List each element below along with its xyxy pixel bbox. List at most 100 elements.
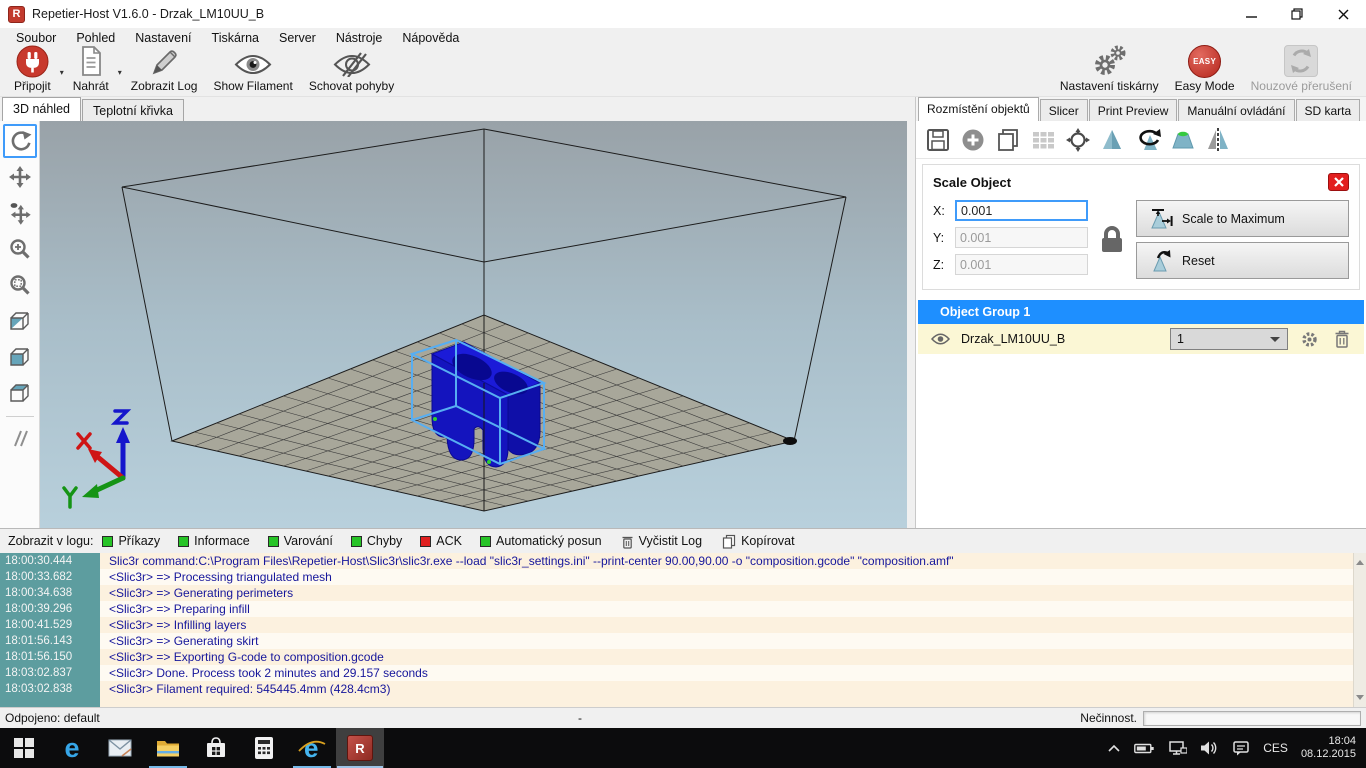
easy-mode-button[interactable]: EASY Easy Mode <box>1167 48 1243 96</box>
isometric-view-button[interactable] <box>3 304 37 338</box>
add-object-button[interactable] <box>959 126 987 154</box>
parallel-lines-icon <box>8 426 32 450</box>
tray-battery-icon[interactable] <box>1127 742 1162 754</box>
copy-object-button[interactable] <box>994 126 1022 154</box>
3d-scene-canvas[interactable] <box>40 121 907 528</box>
toggle-ack[interactable]: ACK <box>411 532 471 550</box>
log-row: 18:00:41.529<Slic3r> => Infilling layers <box>0 617 1366 633</box>
clear-log-button[interactable]: Vyčistit Log <box>611 532 712 551</box>
tray-clock[interactable]: 18:04 08.12.2015 <box>1295 735 1366 761</box>
taskbar-repetier-icon[interactable]: R <box>336 728 384 768</box>
lock-aspect-button[interactable] <box>1088 224 1136 256</box>
scale-x-input[interactable] <box>955 200 1088 221</box>
center-object-button[interactable] <box>1064 126 1092 154</box>
toggle-prikazy[interactable]: Příkazy <box>93 532 169 550</box>
front-view-button[interactable] <box>3 340 37 374</box>
close-scale-panel-button[interactable] <box>1328 173 1349 191</box>
toggle-autoscroll[interactable]: Automatický posun <box>471 532 611 550</box>
menu-pohled[interactable]: Pohled <box>66 31 125 45</box>
rotate-view-button[interactable] <box>3 124 37 158</box>
scale-z-input[interactable] <box>955 254 1088 275</box>
menu-tiskarna[interactable]: Tiskárna <box>202 31 269 45</box>
mirror-object-button[interactable] <box>1204 126 1232 154</box>
toggle-informace[interactable]: Informace <box>169 532 259 550</box>
panel-empty-area <box>916 354 1366 528</box>
minimize-button[interactable] <box>1228 0 1274 28</box>
tab-print-preview[interactable]: Print Preview <box>1089 99 1178 121</box>
toggle-varovani[interactable]: Varování <box>259 532 342 550</box>
tab-teplotni-krivka[interactable]: Teplotní křivka <box>82 99 184 121</box>
object-settings-gear-icon[interactable] <box>1297 330 1321 349</box>
tray-network-icon[interactable] <box>1162 741 1194 755</box>
toggle-chyby[interactable]: Chyby <box>342 532 411 550</box>
menu-server[interactable]: Server <box>269 31 326 45</box>
tray-notification-icon[interactable] <box>1226 741 1256 756</box>
restore-button[interactable] <box>1274 0 1320 28</box>
arrange-grid-icon <box>1030 127 1056 153</box>
tray-chevron-icon[interactable] <box>1101 744 1127 752</box>
object-list-row[interactable]: Drzak_LM10UU_B 1 <box>918 324 1364 354</box>
delete-object-trash-icon[interactable] <box>1330 329 1354 349</box>
green-square-icon <box>351 536 362 547</box>
3d-view-toolbar <box>0 121 40 528</box>
move-object-button[interactable] <box>3 196 37 230</box>
tab-rozmisteni-objektu[interactable]: Rozmístění objektů <box>918 97 1039 121</box>
load-button[interactable]: Nahrát <box>65 48 117 96</box>
toolbar-divider <box>6 416 34 417</box>
taskbar-edge-icon[interactable]: e <box>48 728 96 768</box>
tray-language[interactable]: CES <box>1256 741 1295 755</box>
parallel-projection-button[interactable] <box>3 421 37 455</box>
show-filament-button[interactable]: Show Filament <box>205 48 300 96</box>
scale-to-maximum-button[interactable]: Scale to Maximum <box>1136 200 1349 237</box>
lay-flat-icon <box>1170 127 1196 153</box>
rotate-object-button[interactable] <box>1134 126 1162 154</box>
taskbar-mail-icon[interactable] <box>96 728 144 768</box>
tab-3d-nahled[interactable]: 3D náhled <box>2 97 81 121</box>
object-group-header[interactable]: Object Group 1 <box>918 300 1364 324</box>
scale-y-input[interactable] <box>955 227 1088 248</box>
menu-nastaveni[interactable]: Nastavení <box>125 31 201 45</box>
move-icon <box>8 165 32 189</box>
status-bar: Odpojeno: default - Nečinnost. <box>0 707 1366 728</box>
visibility-eye-icon[interactable] <box>928 333 952 345</box>
zoom-fit-button[interactable] <box>3 268 37 302</box>
move-view-button[interactable] <box>3 160 37 194</box>
copies-dropdown[interactable]: 1 <box>1170 328 1288 350</box>
hide-moves-button[interactable]: Schovat pohyby <box>301 48 402 96</box>
scale-max-icon <box>1149 207 1173 231</box>
scroll-up-icon[interactable] <box>1356 556 1364 565</box>
log-row: 18:01:56.143<Slic3r> => Generating skirt <box>0 633 1366 649</box>
log-row: 18:01:56.150<Slic3r> => Exporting G-code… <box>0 649 1366 665</box>
taskbar-calculator-icon[interactable] <box>240 728 288 768</box>
menu-soubor[interactable]: Soubor <box>6 31 66 45</box>
log-row: 18:00:34.638<Slic3r> => Generating perim… <box>0 585 1366 601</box>
tab-sd-karta[interactable]: SD karta <box>1296 99 1361 121</box>
tray-volume-icon[interactable] <box>1194 741 1226 755</box>
save-button[interactable] <box>924 126 952 154</box>
close-icon <box>1338 9 1349 20</box>
log-scrollbar[interactable] <box>1353 553 1366 707</box>
y-label: Y: <box>933 231 948 245</box>
start-button[interactable] <box>0 728 48 768</box>
top-view-button[interactable] <box>3 376 37 410</box>
tab-slicer[interactable]: Slicer <box>1040 99 1088 121</box>
reset-scale-button[interactable]: Reset <box>1136 242 1349 279</box>
tab-manualni-ovladani[interactable]: Manuální ovládání <box>1178 99 1294 121</box>
show-log-button[interactable]: Zobrazit Log <box>123 48 206 96</box>
scroll-down-icon[interactable] <box>1356 695 1364 704</box>
printer-settings-button[interactable]: Nastavení tiskárny <box>1052 48 1167 96</box>
zoom-in-button[interactable] <box>3 232 37 266</box>
copy-log-button[interactable]: Kopírovat <box>712 532 805 551</box>
menu-napoveda[interactable]: Nápověda <box>392 31 469 45</box>
taskbar-explorer-icon[interactable] <box>144 728 192 768</box>
taskbar-ie-icon[interactable]: e <box>288 728 336 768</box>
connect-button[interactable]: Připojit <box>6 48 59 96</box>
panel-splitter[interactable] <box>907 97 915 528</box>
menubar: Soubor Pohled Nastavení Tiskárna Server … <box>0 28 1366 48</box>
close-button[interactable] <box>1320 0 1366 28</box>
scale-object-button[interactable] <box>1099 126 1127 154</box>
lay-flat-button[interactable] <box>1169 126 1197 154</box>
taskbar-store-icon[interactable] <box>192 728 240 768</box>
pencil-icon <box>149 47 179 77</box>
menu-nastroje[interactable]: Nástroje <box>326 31 393 45</box>
